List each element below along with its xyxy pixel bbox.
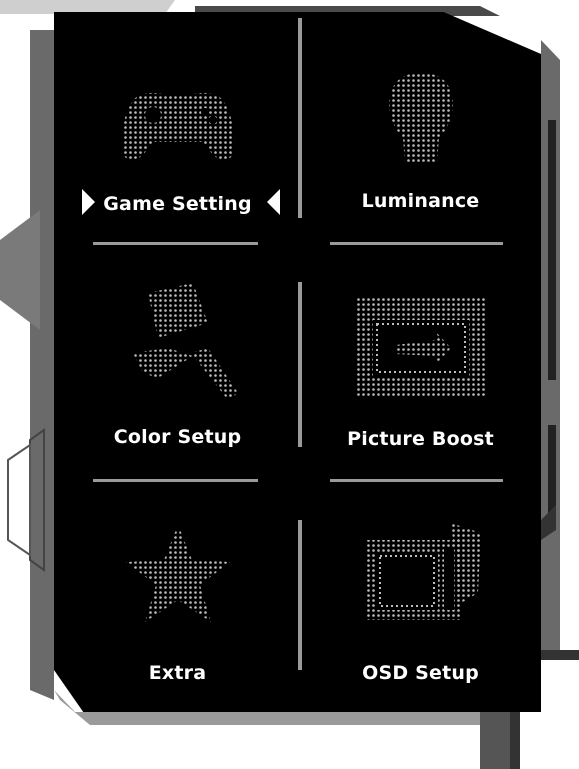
star-icon <box>125 525 230 622</box>
row-divider-right-1 <box>330 242 503 245</box>
osd-monitor-icon <box>365 523 481 620</box>
menu-item-label: Extra <box>148 662 207 684</box>
row-divider-left-1 <box>93 242 258 245</box>
row-divider-right-2 <box>330 479 503 482</box>
center-divider-middle <box>298 282 302 447</box>
menu-item-picture-boost[interactable]: Picture Boost <box>303 250 538 475</box>
center-divider-bottom <box>298 520 302 670</box>
menu-item-extra[interactable]: Extra <box>60 490 295 700</box>
menu-item-label: Color Setup <box>113 426 242 448</box>
menu-item-color-setup[interactable]: Color Setup <box>60 250 295 475</box>
menu-item-label: OSD Setup <box>362 662 479 684</box>
row-divider-left-2 <box>93 479 258 482</box>
menu-item-label: Picture Boost <box>347 428 494 450</box>
center-divider-top <box>298 18 302 218</box>
menu-item-label: Game Setting <box>103 193 252 215</box>
menu-item-osd-setup[interactable]: OSD Setup <box>303 490 538 700</box>
menu-item-luminance[interactable]: Luminance <box>303 40 538 240</box>
lightbulb-icon <box>388 73 453 163</box>
selection-arrow-right <box>267 189 280 215</box>
menu-item-game-setting[interactable]: Game Setting <box>60 40 295 240</box>
menu-item-label: Luminance <box>361 190 480 212</box>
gamepad-icon <box>121 92 234 160</box>
picture-boost-icon <box>355 297 486 397</box>
paint-roller-icon <box>132 283 238 400</box>
